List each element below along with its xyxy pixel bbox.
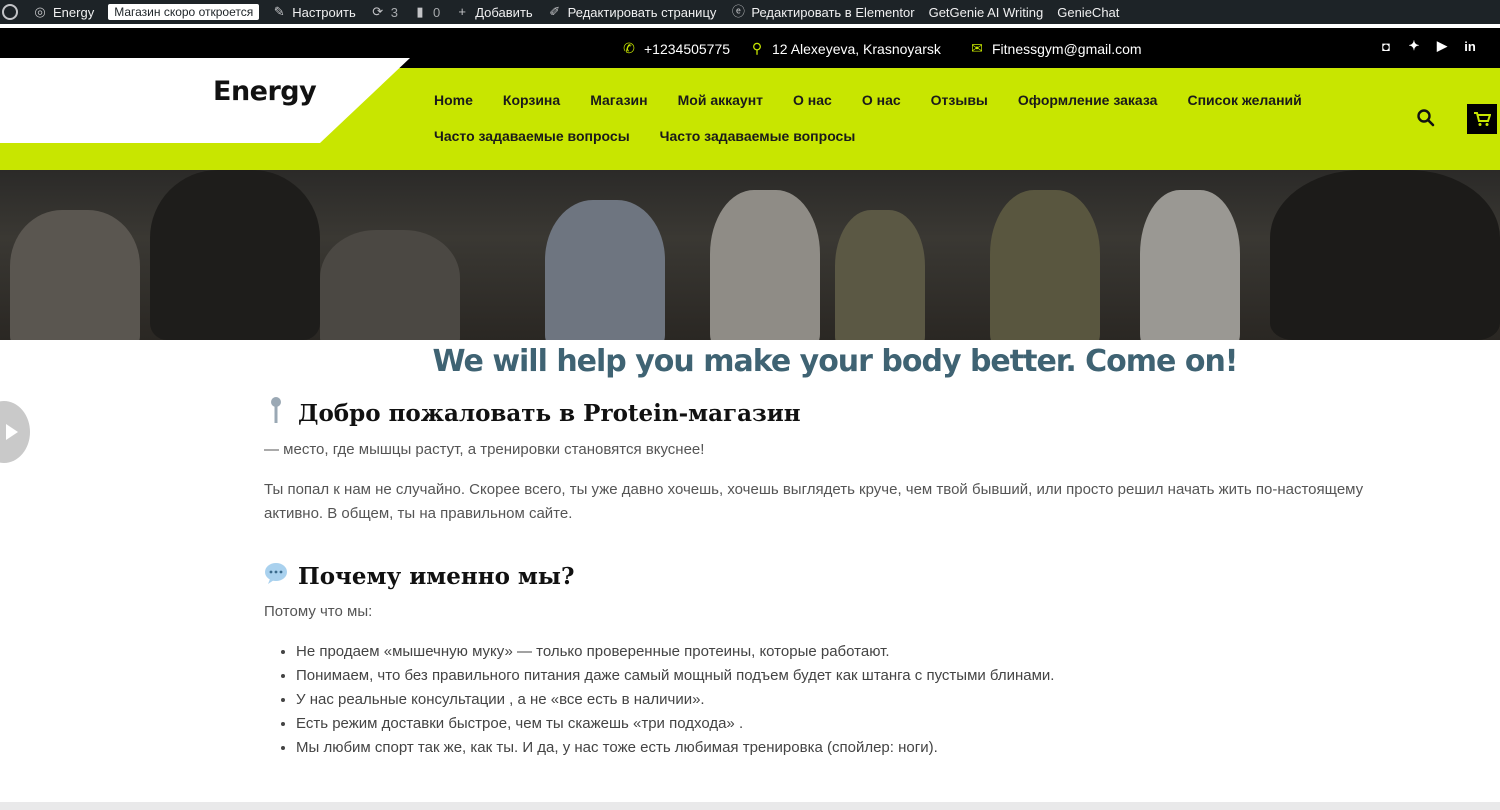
list-item: Понимаем, что без правильного питания да… — [296, 664, 1404, 688]
social-links: ◘ ✦ ▶ in — [1378, 38, 1478, 54]
benefits-list: Не продаем «мышечную муку» — только пров… — [264, 640, 1404, 760]
phone-contact[interactable]: ✆ +1234505775 — [622, 40, 730, 57]
comment-icon: ▮ — [416, 4, 424, 19]
site-logo[interactable]: Energy — [213, 76, 317, 107]
list-item: Не продаем «мышечную муку» — только пров… — [296, 640, 1404, 664]
instagram-icon[interactable]: ◘ — [1378, 38, 1394, 54]
nav-shop[interactable]: Магазин — [590, 90, 647, 110]
dashboard-icon: ◎ — [34, 4, 46, 19]
twitter-icon[interactable]: ✦ — [1406, 38, 1422, 54]
logo-background-shape — [0, 58, 410, 143]
admin-site-name[interactable]: ◎ Energy — [32, 4, 94, 20]
admin-getgenie[interactable]: GetGenie AI Writing — [929, 5, 1044, 20]
speech-bubble-icon — [264, 562, 288, 590]
nav-about[interactable]: О нас — [793, 90, 832, 110]
admin-updates[interactable]: ⟳ 3 — [370, 4, 398, 20]
side-play-tab[interactable] — [0, 401, 30, 463]
search-icon[interactable] — [1414, 106, 1438, 130]
list-item: Мы любим спорт так же, как ты. И да, у н… — [296, 736, 1404, 760]
nav-wishlist[interactable]: Список желаний — [1187, 90, 1301, 110]
nav-checkout[interactable]: Оформление заказа — [1018, 90, 1158, 110]
play-icon — [6, 424, 18, 440]
phone-icon: ✆ — [623, 40, 635, 56]
why-us-heading: Почему именно мы? — [264, 562, 1404, 590]
bottom-strip — [0, 802, 1500, 810]
youtube-icon[interactable]: ▶ — [1434, 38, 1450, 54]
hero-image — [0, 170, 1500, 340]
plus-icon: + — [458, 4, 467, 19]
nav-faq-2[interactable]: Часто задаваемые вопросы — [660, 126, 856, 146]
admin-elementor[interactable]: ⓔ Редактировать в Elementor — [730, 4, 915, 20]
wordpress-logo-icon[interactable] — [2, 4, 18, 20]
brush-icon: ✎ — [273, 4, 285, 19]
page-content: Добро пожаловать в Protein-магазин — мес… — [264, 396, 1404, 760]
nav-cart[interactable]: Корзина — [503, 90, 560, 110]
admin-add-new[interactable]: + Добавить — [454, 4, 532, 20]
nav-reviews[interactable]: Отзывы — [931, 90, 988, 110]
intro-paragraph: Ты попал к нам не случайно. Скорее всего… — [264, 481, 1364, 522]
location-pin-icon: ⚲ — [751, 40, 763, 56]
cart-icon[interactable] — [1467, 104, 1497, 134]
main-navigation: Home Корзина Магазин Мой аккаунт О нас О… — [434, 90, 1364, 146]
logo-area: Energy — [0, 58, 410, 143]
admin-edit-page[interactable]: ✐ Редактировать страницу — [547, 4, 716, 20]
because-text: Потому что мы: — [264, 603, 373, 620]
linkedin-icon[interactable]: in — [1462, 38, 1478, 54]
elementor-icon: ⓔ — [731, 4, 745, 19]
coming-soon-badge[interactable]: Магазин скоро откроется — [108, 4, 260, 20]
envelope-icon: ✉ — [971, 40, 983, 56]
banner-heading: We will help you make your body better. … — [432, 344, 1239, 379]
nav-about-2[interactable]: О нас — [862, 90, 901, 110]
admin-bar: ◎ Energy Магазин скоро откроется ✎ Настр… — [0, 0, 1500, 24]
admin-genie-chat[interactable]: GenieChat — [1057, 5, 1119, 20]
nav-faq[interactable]: Часто задаваемые вопросы — [434, 126, 630, 146]
pin-icon — [264, 396, 288, 430]
welcome-heading: Добро пожаловать в Protein-магазин — [264, 396, 1404, 430]
nav-my-account[interactable]: Мой аккаунт — [678, 90, 763, 110]
refresh-icon: ⟳ — [372, 4, 384, 19]
welcome-subtitle: — место, где мышцы растут, а тренировки … — [264, 441, 705, 458]
address-contact: ⚲ 12 Alexeyeva, Krasnoyarsk — [751, 40, 941, 57]
list-item: Есть режим доставки быстрое, чем ты скаж… — [296, 712, 1404, 736]
nav-home[interactable]: Home — [434, 90, 473, 110]
list-item: У нас реальные консультации , а не «все … — [296, 688, 1404, 712]
pencil-icon: ✐ — [549, 4, 561, 19]
email-contact[interactable]: ✉ Fitnessgym@gmail.com — [970, 40, 1141, 57]
admin-comments[interactable]: ▮ 0 — [412, 4, 440, 20]
admin-customize[interactable]: ✎ Настроить — [271, 4, 356, 20]
site-header: Energy Home Корзина Магазин Мой аккаунт … — [0, 58, 1500, 170]
